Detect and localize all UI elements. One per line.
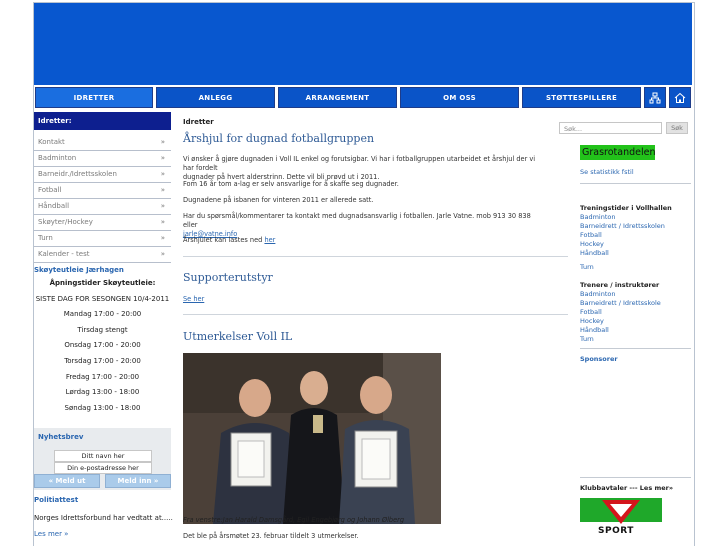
newsletter-title: Nyhetsbrev	[38, 433, 84, 441]
article-text: Årshjulet kan lastes ned her	[183, 236, 276, 244]
divider	[580, 183, 691, 184]
sidebar-item-label: Kalender - test	[38, 250, 90, 258]
skoyte-title: Skøyteutleie Jærhagen	[34, 266, 124, 274]
sport-logo-text: SPORT	[598, 526, 634, 536]
chevron-right-icon: »	[160, 250, 165, 258]
breadcrumb: Idretter	[183, 118, 214, 126]
nav-arrangement[interactable]: ARRANGEMENT	[278, 87, 397, 108]
trainer-link[interactable]: Turn	[580, 335, 594, 343]
politi-title: Politiattest	[34, 496, 79, 504]
training-link[interactable]: Turn	[580, 263, 594, 271]
chevron-right-icon: »	[160, 138, 165, 146]
skoyte-line: Søndag 13:00 - 18:00	[64, 403, 141, 412]
divider	[580, 477, 691, 478]
skoyte-line: Torsdag 17:00 - 20:00	[64, 356, 141, 365]
sidebar-item-badminton[interactable]: Badminton »	[34, 151, 171, 167]
sidebar-item-label: Turn	[38, 234, 53, 242]
supporter-link[interactable]: Se her	[183, 295, 543, 304]
grasrot-stats-link[interactable]: Se statistikk fstil	[580, 168, 634, 176]
sidebar-item-label: Skøyter/Hockey	[38, 218, 93, 226]
sidebar-item-skoyter[interactable]: Skøyter/Hockey »	[34, 215, 171, 231]
club-agreements: Klubbavtaler --- Les mer»	[580, 484, 674, 492]
search-input[interactable]: Søk...	[559, 122, 662, 134]
divider	[580, 348, 691, 349]
training-title: Treningstider i Vollhallen	[580, 204, 672, 212]
nav-anlegg[interactable]: ANLEGG	[156, 87, 275, 108]
sidebar-item-handball[interactable]: Håndball »	[34, 199, 171, 215]
training-link[interactable]: Fotball	[580, 231, 602, 239]
main-nav: IDRETTER ANLEGG ARRANGEMENT OM OSS STØTT…	[34, 87, 692, 109]
trainer-link[interactable]: Fotball	[580, 308, 602, 316]
sidebar-item-label: Badminton	[38, 154, 77, 162]
home-icon[interactable]	[669, 87, 691, 108]
photo-caption: Fra venstre:Jan Harald Damsgård, Egil En…	[183, 516, 405, 524]
training-link[interactable]: Barneidrett / Idrettsskolen	[580, 222, 665, 230]
article-text: Dugnadene på isbanen for vinteren 2011 e…	[183, 196, 374, 204]
newsletter-name-input[interactable]: Ditt navn her	[54, 450, 152, 462]
sidebar-title: Idretter:	[34, 112, 171, 130]
sidebar: Idretter: Kontakt » Badminton » Barneidr./…	[34, 112, 171, 416]
newsletter-email-input[interactable]: Din e-postadresse her	[54, 462, 152, 474]
award-photo	[183, 353, 441, 524]
chevron-right-icon: »	[160, 202, 165, 210]
skoyte-line: Mandag 17:00 - 20:00	[63, 310, 142, 319]
sidebar-item-turn[interactable]: Turn »	[34, 231, 171, 247]
politi-text: Norges Idrettsforbund har vedtatt at....…	[34, 514, 173, 522]
chevron-right-icon: »	[160, 234, 165, 242]
newsletter-box: Nyhetsbrev Ditt navn her Din e-postadres…	[34, 428, 171, 490]
skoyte-line: SISTE DAG FOR SESONGEN 10/4-2011	[35, 294, 170, 303]
chevron-right-icon: »	[160, 154, 165, 162]
article-text: Vi ønsker å gjøre dugnaden i Voll IL enk…	[183, 155, 536, 181]
divider	[183, 314, 568, 315]
skoyte-line: Tirsdag stengt	[77, 325, 128, 334]
nav-idretter[interactable]: IDRETTER	[35, 87, 153, 108]
trainer-link[interactable]: Badminton	[580, 290, 615, 298]
sidebar-item-label: Kontakt	[38, 138, 65, 146]
header-banner	[34, 3, 692, 85]
nav-stottespillere[interactable]: STØTTESPILLERE	[522, 87, 641, 108]
sport-logo[interactable]: SPORT	[580, 498, 662, 540]
nav-om-oss[interactable]: OM OSS	[400, 87, 519, 108]
chevron-right-icon: »	[160, 170, 165, 178]
article-title[interactable]: Utmerkelser Voll IL	[183, 330, 292, 343]
politi-more-link[interactable]: Les mer »	[34, 530, 68, 538]
article-text: Fom 16 år tom a-lag er selv ansvarlige f…	[183, 180, 399, 188]
sidebar-item-label: Barneidr./Idrettsskolen	[38, 170, 117, 178]
sidebar-item-kontakt[interactable]: Kontakt »	[34, 135, 171, 151]
subscribe-button[interactable]: Meld inn »	[105, 474, 171, 488]
chevron-right-icon: »	[160, 186, 165, 194]
trainer-link[interactable]: Barneidrett / Idrettsskole	[580, 299, 661, 307]
training-link[interactable]: Håndball	[580, 249, 609, 257]
sidebar-item-label: Håndball	[38, 202, 70, 210]
sidebar-item-kalender[interactable]: Kalender - test »	[34, 247, 171, 263]
skoyte-line: Onsdag 17:00 - 20:00	[64, 341, 141, 350]
trainer-link[interactable]: Hockey	[580, 317, 604, 325]
trainer-link[interactable]: Håndball	[580, 326, 609, 334]
divider	[183, 256, 568, 257]
article-text: Det ble på årsmøtet 23. februar tildelt …	[183, 532, 359, 540]
trainers-title: Trenere / instruktører	[580, 281, 660, 289]
article-text: Har du spørsmål/kommentarer ta kontakt m…	[183, 212, 531, 238]
chevron-right-icon: »	[160, 218, 165, 226]
club-more-link[interactable]: --- Les mer»	[627, 484, 673, 492]
unsubscribe-button[interactable]: « Meld ut	[34, 474, 100, 488]
grasrot-banner[interactable]: Grasrotandelen	[580, 145, 656, 160]
sidebar-item-label: Fotball	[38, 186, 62, 194]
search-button[interactable]: Søk	[666, 122, 688, 134]
sponsors-title[interactable]: Sponsorer	[580, 355, 618, 363]
skoyte-line: Lørdag 13:00 - 18:00	[65, 388, 140, 397]
sidebar-item-barneidrett[interactable]: Barneidr./Idrettsskolen »	[34, 167, 171, 183]
main-content: Idretter Årshjul for dugnad fotballgrupp…	[183, 118, 568, 540]
training-link[interactable]: Hockey	[580, 240, 604, 248]
skoyte-line: Fredag 17:00 - 20:00	[65, 372, 140, 381]
sitemap-icon[interactable]	[644, 87, 666, 108]
training-link[interactable]: Badminton	[580, 213, 615, 221]
download-link[interactable]: her	[264, 236, 275, 244]
skoyte-line: Åpningstider Skøyteutleie:	[49, 279, 156, 287]
article-title[interactable]: Årshjul for dugnad fotballgruppen	[183, 132, 374, 145]
article-title[interactable]: Supporterutstyr	[183, 271, 273, 284]
sidebar-item-fotball[interactable]: Fotball »	[34, 183, 171, 199]
